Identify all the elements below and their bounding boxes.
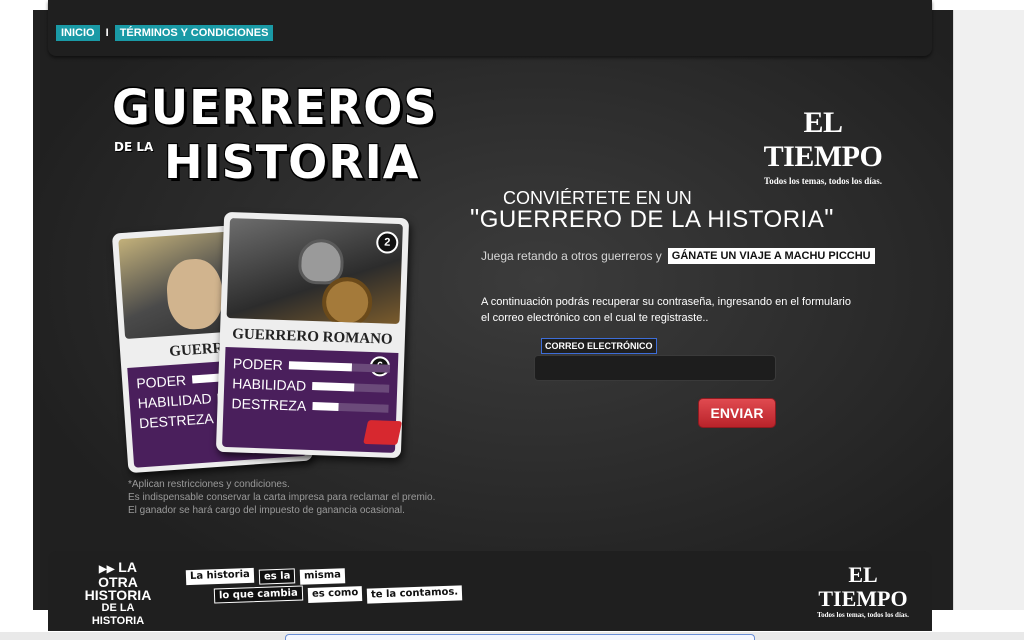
stat-label: HABILIDAD [231, 375, 307, 394]
el-tiempo-logo: EL TIEMPO Todos los temas, todos los día… [748, 106, 898, 186]
nav-terms-link[interactable]: TÉRMINOS Y CONDICIONES [114, 25, 274, 41]
promo-highlight: GÁNATE UN VIAJE A MACHU PICCHU [667, 248, 875, 264]
instructions-line: A continuación podrás recuperar su contr… [481, 296, 851, 308]
slogan-chip: misma [300, 568, 346, 585]
stat-row: DESTREZA [231, 393, 389, 418]
disclaimer-line: Es indispensable conservar la carta impr… [128, 492, 436, 503]
slogan-row: lo que cambia es como te la contamos. [186, 585, 463, 604]
stat-label: PODER [232, 355, 284, 373]
stat-fill [312, 402, 340, 411]
send-button[interactable]: ENVIAR [698, 398, 776, 428]
quote-open: " [470, 203, 480, 233]
warrior-face-icon [164, 257, 225, 331]
stat-fill [288, 361, 352, 372]
footer-logo-line2: HISTORIA [84, 587, 152, 603]
footer-logo-line3: DE LA HISTORIA [91, 602, 145, 627]
slogan-chip: La historia [185, 567, 255, 586]
game-logo-de: DE [114, 140, 133, 154]
nav-separator: I [105, 27, 109, 39]
promo-text: Juega retando a otros guerreros y [481, 249, 662, 263]
quote-close: " [824, 203, 834, 233]
stat-label: PODER [135, 371, 187, 392]
slogan-chip: es como [307, 586, 363, 603]
slogan-chip: es la [258, 568, 296, 585]
game-logo-line1: GUERREROS [112, 78, 438, 136]
footer-brand-tagline: Todos los temas, todos los días. [817, 611, 909, 619]
card-art [226, 218, 403, 325]
nav-home-link[interactable]: INICIO [56, 25, 100, 41]
game-logo-la: LA [136, 140, 154, 154]
game-logo-line3: HISTORIA [164, 135, 420, 189]
slogan-chip: lo que cambia [213, 585, 303, 604]
warrior-card-front: 2 GUERRERO ROMANO 6 PODER HABILIDAD DEST… [215, 211, 410, 459]
disclaimer-line: *Aplican restricciones y condiciones. [128, 479, 290, 490]
la-otra-historia-logo: ▶▶ LA OTRA HISTORIA DE LA HISTORIA [78, 560, 158, 628]
headline-main-text: GUERRERO DE LA HISTORIA [479, 206, 825, 233]
footer-slogan: La historia es la misma lo que cambia es… [185, 567, 463, 604]
stat-label: DESTREZA [138, 410, 215, 432]
brand-name: EL TIEMPO [763, 106, 883, 173]
footer-brand-name: EL TIEMPO [818, 562, 908, 611]
headline-main: "GUERRERO DE LA HISTORIA" [470, 203, 834, 234]
email-field[interactable] [534, 355, 776, 381]
stat-label: DESTREZA [231, 395, 307, 414]
promo: Juega retando a otros guerreros y GÁNATE… [481, 248, 875, 264]
brand-tagline: Todos los temas, todos los días. [764, 176, 882, 186]
warrior-cards: GUERRERO PODER HABILIDAD DESTREZA 2 GUER… [111, 211, 415, 474]
instructions: A continuación podrás recuperar su contr… [481, 294, 901, 326]
browser-side-area [953, 10, 1024, 610]
card-corner-logo-icon [363, 419, 403, 446]
top-bar: INICIO I TÉRMINOS Y CONDICIONES [48, 0, 932, 56]
stat-bar [312, 382, 390, 393]
slogan-chip: te la contamos. [366, 585, 463, 604]
instructions-line: el correo electrónico con el cual te reg… [481, 312, 709, 324]
card-stats: 6 PODER HABILIDAD DESTREZA [222, 346, 403, 453]
disclaimer-line: El ganador se hará cargo del impuesto de… [128, 505, 405, 516]
game-logo: GUERREROS DE LA HISTORIA [112, 79, 436, 190]
slogan-row: La historia es la misma [185, 567, 462, 586]
stat-bar [312, 402, 389, 413]
footer: ▶▶ LA OTRA HISTORIA DE LA HISTORIA La hi… [48, 551, 932, 631]
disclaimer: *Aplican restricciones y condiciones. Es… [128, 478, 435, 517]
stat-fill [312, 382, 355, 392]
shield-icon [321, 276, 374, 325]
breadcrumb: INICIO I TÉRMINOS Y CONDICIONES [56, 25, 274, 41]
email-label: CORREO ELECTRÓNICO [541, 338, 657, 354]
game-logo-line2: DE LA [114, 140, 153, 154]
footer-el-tiempo-logo: EL TIEMPO Todos los temas, todos los día… [808, 562, 918, 620]
browser-bottom-element [285, 634, 755, 640]
